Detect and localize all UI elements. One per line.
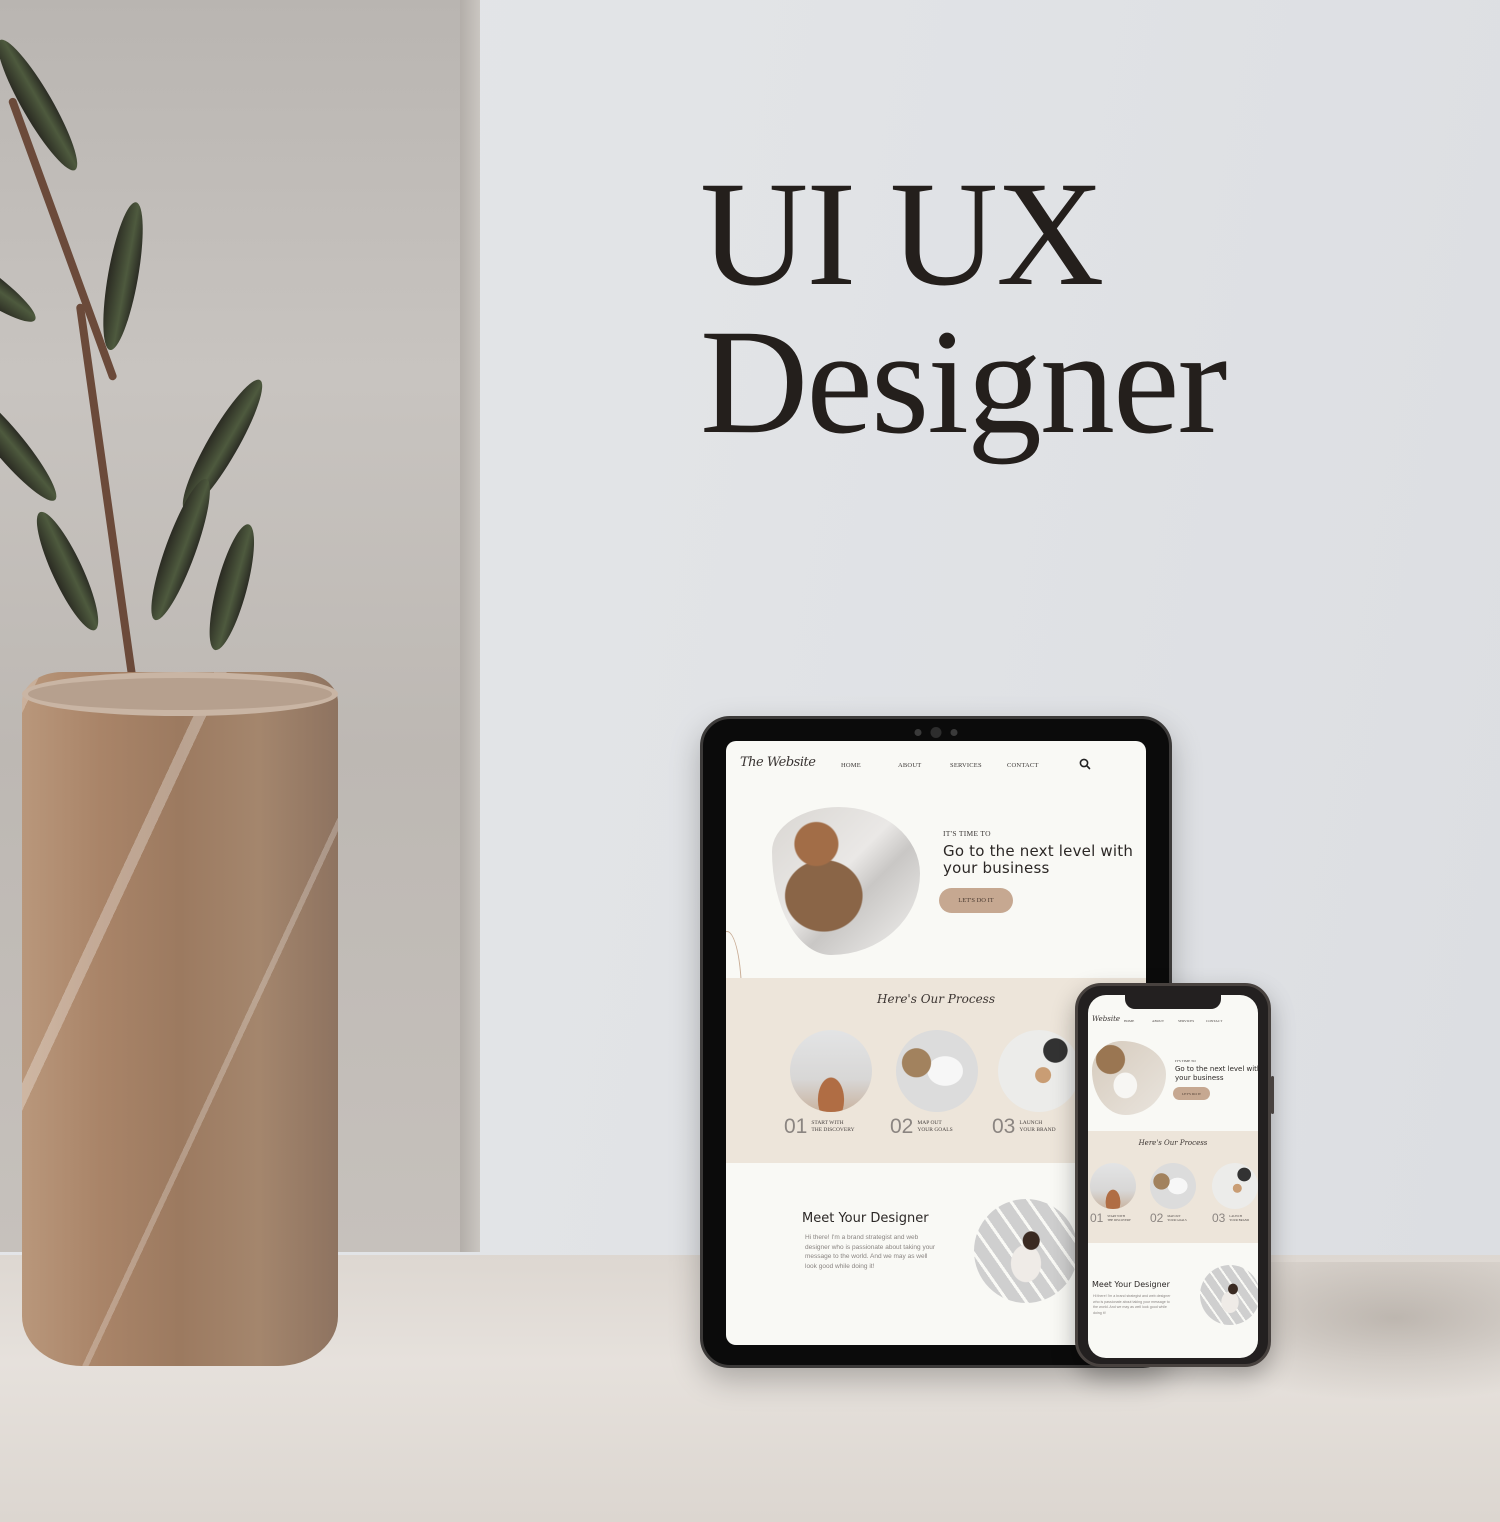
meet-designer-body: Hi there! I'm a brand strategist and web… — [805, 1234, 936, 1270]
meet-designer-title: Meet Your Designer — [1092, 1280, 1170, 1289]
step-image — [790, 1030, 872, 1112]
process-step: 01 START WITH THE DISCOVERY — [1090, 1163, 1150, 1225]
step-label-line: LAUNCH — [1019, 1120, 1043, 1126]
process-step: 03 LAUNCH YOUR BRAND — [1212, 1163, 1258, 1225]
hero-image — [772, 807, 920, 955]
step-label: MAP OUT YOUR GOALS — [1167, 1214, 1186, 1222]
site-logo[interactable]: Website — [1092, 1015, 1120, 1023]
step-label-line: MAP OUT — [917, 1120, 942, 1126]
step-number: 01 — [1090, 1211, 1104, 1225]
step-image — [896, 1030, 978, 1112]
step-image — [998, 1030, 1080, 1112]
process-step: 01 START WITH THE DISCOVERY — [776, 1030, 886, 1139]
hero-cta-button[interactable]: LET'S DO IT — [1173, 1087, 1210, 1100]
headline-line-2: Designer — [700, 299, 1227, 465]
step-image — [1150, 1163, 1196, 1209]
step-label-line: YOUR GOALS — [1167, 1218, 1187, 1222]
nav-services[interactable]: SERVICES — [1178, 1019, 1194, 1023]
hero-title: Go to the next level with your business — [943, 842, 1134, 877]
step-label-line: YOUR GOALS — [917, 1127, 953, 1133]
step-label-line: THE DISCOVERY — [1107, 1218, 1131, 1222]
search-icon[interactable] — [1079, 758, 1091, 770]
step-label: MAP OUT YOUR GOALS — [917, 1120, 952, 1134]
hero-cta-button[interactable]: LET'S DO IT — [939, 888, 1013, 913]
step-image — [1090, 1163, 1136, 1209]
site-logo[interactable]: The Website — [740, 755, 816, 770]
nav-about[interactable]: ABOUT — [1152, 1019, 1164, 1023]
step-label-line: YOUR BRAND — [1019, 1127, 1056, 1133]
hero-image — [1092, 1041, 1166, 1115]
nav-contact[interactable]: CONTACT — [1007, 762, 1039, 769]
site-nav: The Website HOME ABOUT SERVICES CONTACT — [726, 755, 1146, 779]
step-number: 02 — [890, 1115, 914, 1138]
camera-sensor-icon — [950, 729, 958, 736]
step-label: LAUNCH YOUR BRAND — [1229, 1214, 1249, 1222]
process-step: 02 MAP OUT YOUR GOALS — [1150, 1163, 1210, 1225]
step-number: 02 — [1150, 1211, 1164, 1225]
nav-contact[interactable]: CONTACT — [1206, 1019, 1222, 1023]
hero-kicker: IT'S TIME TO — [1175, 1059, 1196, 1063]
designer-photo — [974, 1199, 1078, 1303]
step-label-line: YOUR BRAND — [1229, 1218, 1250, 1222]
phone-screen: Website HOME ABOUT SERVICES CONTACT IT'S… — [1088, 995, 1258, 1358]
camera-sensor-icon — [914, 729, 922, 736]
step-label: LAUNCH YOUR BRAND — [1019, 1120, 1055, 1134]
nav-home[interactable]: HOME — [1124, 1019, 1134, 1023]
phone-notch — [1125, 995, 1221, 1009]
camera-lens-icon — [930, 727, 942, 738]
step-label: START WITH THE DISCOVERY — [811, 1120, 854, 1134]
tablet-camera — [914, 727, 958, 738]
step-label-line: START WITH — [811, 1120, 844, 1126]
marble-vase — [22, 672, 338, 1366]
vase-rim — [22, 672, 338, 716]
phone-side-button — [1271, 1076, 1274, 1114]
designer-photo — [1200, 1265, 1258, 1325]
step-image — [1212, 1163, 1258, 1209]
step-label: START WITH THE DISCOVERY — [1107, 1214, 1131, 1222]
hero-title: Go to the next level with your business — [1175, 1065, 1258, 1082]
step-label-line: THE DISCOVERY — [811, 1127, 855, 1133]
phone-mockup: Website HOME ABOUT SERVICES CONTACT IT'S… — [1075, 983, 1274, 1367]
headline: UI UX Designer — [700, 151, 1227, 465]
step-number: 03 — [1212, 1211, 1226, 1225]
stone-panel-edge — [460, 0, 480, 1252]
meet-designer-title: Meet Your Designer — [802, 1211, 929, 1226]
headline-line-1: UI UX — [700, 151, 1104, 317]
hero-kicker: IT'S TIME TO — [943, 829, 991, 838]
process-section: Here's Our Process 01 START WITH THE DIS… — [1088, 1131, 1258, 1243]
meet-designer-body: Hi there! I'm a brand strategist and web… — [1093, 1294, 1171, 1315]
process-title: Here's Our Process — [1138, 1139, 1208, 1147]
nav-services[interactable]: SERVICES — [950, 762, 982, 769]
nav-about[interactable]: ABOUT — [898, 762, 921, 769]
step-number: 01 — [784, 1115, 808, 1138]
step-number: 03 — [992, 1115, 1016, 1138]
process-step: 02 MAP OUT YOUR GOALS — [882, 1030, 992, 1139]
nav-home[interactable]: HOME — [841, 762, 861, 769]
